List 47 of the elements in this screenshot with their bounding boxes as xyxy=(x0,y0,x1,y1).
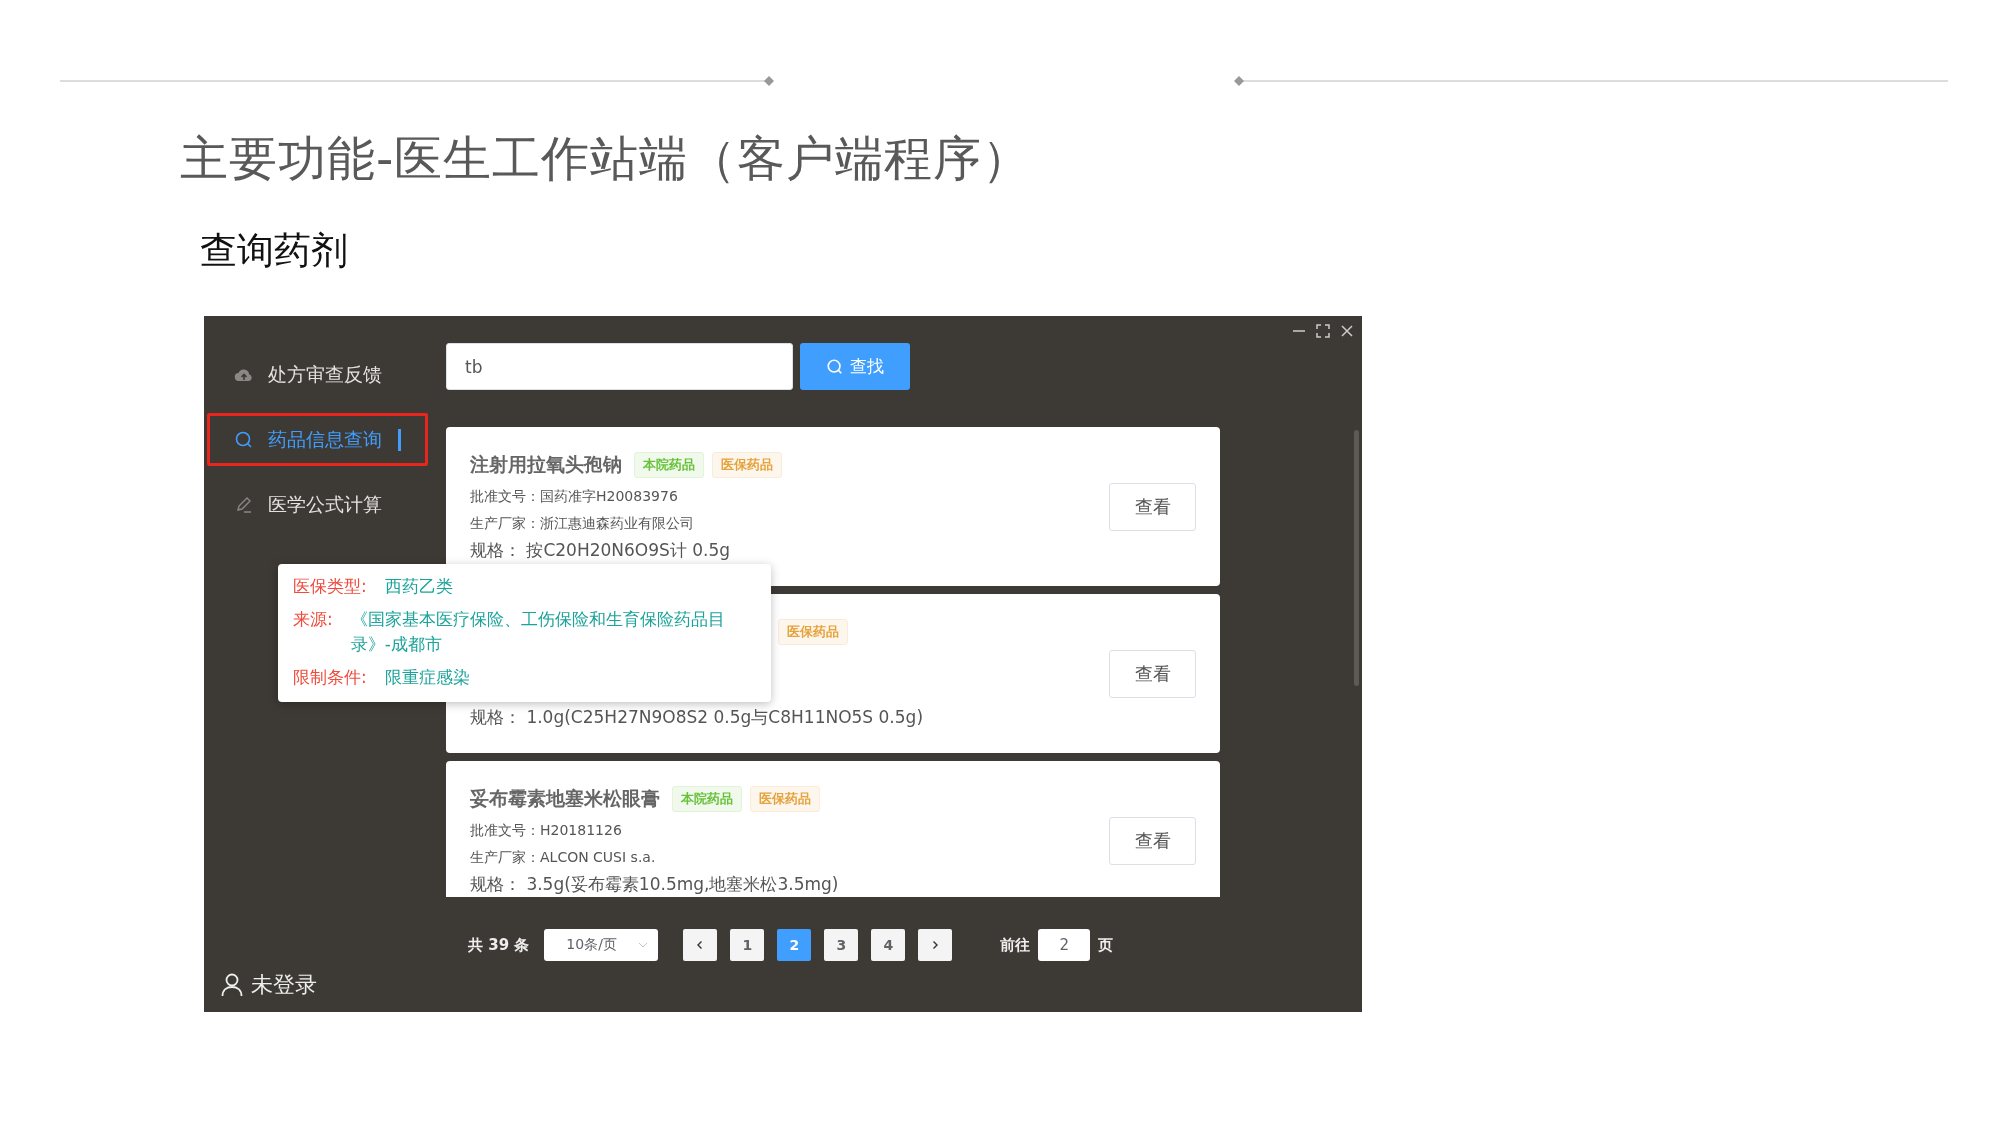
view-button[interactable]: 查看 xyxy=(1109,482,1196,531)
specification: 规格： 1.0g(C25H27N9O8S2 0.5g与C8H11NO5S 0.5g) xyxy=(470,706,923,729)
close-icon[interactable] xyxy=(1340,324,1354,338)
manufacturer: 生产厂家：浙江惠迪森药业有限公司 xyxy=(470,514,695,533)
slide-title: 主要功能-医生工作站端（客户端程序） xyxy=(180,129,1033,188)
search-icon xyxy=(826,357,844,376)
slide-subtitle: 查询药剂 xyxy=(200,228,349,274)
page-number-field[interactable]: 2 xyxy=(1038,929,1091,961)
total-count: 共 39 条 xyxy=(468,935,530,955)
sidebar-item[interactable]: 处方审查反馈 xyxy=(207,348,428,401)
specification: 规格： 按C20H20N6O9S计 0.5g xyxy=(470,539,732,562)
caret-icon xyxy=(638,942,649,948)
scrollbar[interactable] xyxy=(1354,430,1359,686)
drug-tag: 医保药品 xyxy=(712,452,782,478)
drug-tag: 本院药品 xyxy=(672,786,742,812)
drug-tag: 医保药品 xyxy=(778,619,848,645)
drug-tag: 本院药品 xyxy=(634,452,704,478)
info-label: 限制条件: xyxy=(293,666,367,689)
manufacturer: 生产厂家：ALCON CUSI s.a. xyxy=(470,848,657,867)
info-value: 西药乙类 xyxy=(384,575,454,598)
next-page-button[interactable] xyxy=(918,929,953,961)
search-icon xyxy=(234,429,254,450)
info-value: 《国家基本医疗保险、工伤保险和生育保险药品目录》-成都市 xyxy=(350,608,726,656)
drug-tag: 医保药品 xyxy=(750,786,820,812)
drug-name: 妥布霉素地塞米松眼膏 xyxy=(470,786,660,811)
approval-number: 批准文号：国药准字H20083976 xyxy=(470,487,679,506)
previous-page-button[interactable] xyxy=(683,929,718,961)
info-value: 限重症感染 xyxy=(384,666,471,689)
sidebar-item[interactable]: 药品信息查询 xyxy=(207,413,428,466)
page-size-select[interactable]: 10条/页 xyxy=(544,929,659,961)
view-button[interactable]: 查看 xyxy=(1109,649,1196,698)
maximize-icon[interactable] xyxy=(1316,324,1330,338)
user-icon xyxy=(221,973,243,997)
view-button[interactable]: 查看 xyxy=(1109,816,1196,865)
page-button[interactable]: 3 xyxy=(824,929,859,961)
page-button[interactable]: 4 xyxy=(871,929,906,961)
drug-name: 注射用拉氧头孢钠 xyxy=(470,452,622,477)
info-label: 医保类型: xyxy=(293,575,367,598)
search-field[interactable]: tb xyxy=(446,343,793,390)
specification: 规格： 3.5g(妥布霉素10.5mg,地塞米松3.5mg) xyxy=(470,873,839,896)
info-label: 来源: xyxy=(293,608,333,631)
page-button[interactable]: 1 xyxy=(730,929,765,961)
approval-number: 批准文号：H20181126 xyxy=(470,821,623,840)
login-status[interactable]: 未登录 xyxy=(251,970,317,1000)
sidebar-item[interactable]: 医学公式计算 xyxy=(207,478,428,531)
goto-label: 前往 xyxy=(1000,935,1031,955)
page-unit: 页 xyxy=(1098,935,1114,955)
